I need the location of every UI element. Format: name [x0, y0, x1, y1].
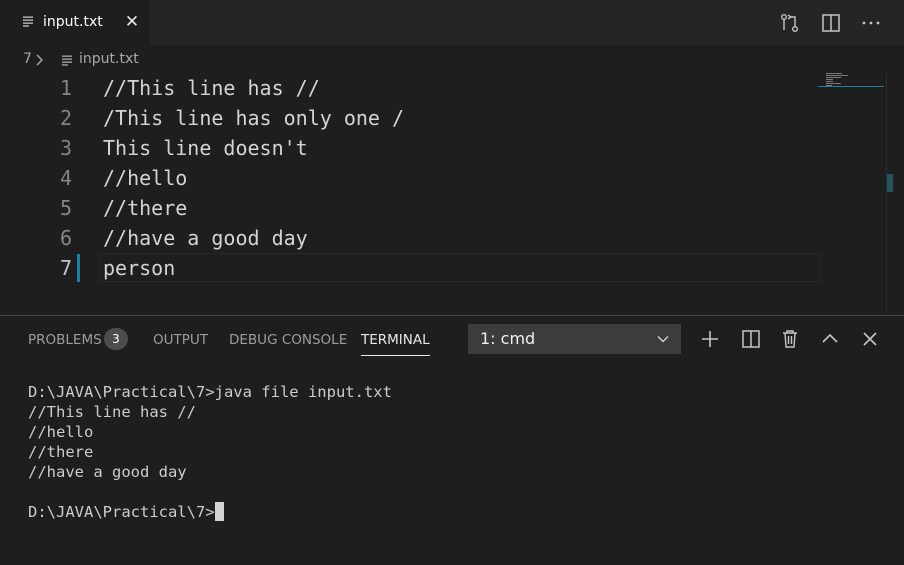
breadcrumb-file[interactable]: input.txt	[79, 51, 139, 67]
split-editor-icon[interactable]	[820, 12, 842, 34]
scrollbar-thumb[interactable]	[887, 174, 893, 192]
tab-output[interactable]: OUTPUT	[153, 331, 208, 355]
close-tab-icon[interactable]: ✕	[122, 12, 142, 32]
chevron-down-icon	[657, 335, 669, 343]
tab-label: input.txt	[43, 14, 103, 30]
editor-line[interactable]: 1 //This line has //	[0, 73, 818, 103]
editor-line[interactable]: 6 //have a good day	[0, 223, 818, 253]
terminal-line: //hello	[28, 423, 94, 441]
editor-line[interactable]: 5 //there	[0, 193, 818, 223]
code-text: person	[103, 256, 176, 280]
split-terminal-icon[interactable]	[740, 328, 762, 350]
terminal-line: //This line has //	[28, 403, 196, 421]
minimap[interactable]	[818, 72, 886, 314]
open-changes-icon[interactable]	[779, 12, 801, 34]
vertical-scrollbar[interactable]	[886, 72, 904, 314]
code-text: //there	[103, 196, 188, 220]
line-number: 5	[59, 196, 72, 220]
tab-input-txt[interactable]: input.txt ✕	[0, 0, 150, 45]
line-number: 2	[59, 106, 72, 130]
code-text: //This line has //	[103, 76, 320, 100]
line-number: 7	[59, 256, 72, 280]
terminal-select[interactable]: 1: cmd	[468, 324, 681, 354]
editor-line[interactable]: 4 //hello	[0, 163, 818, 193]
chevron-up-icon[interactable]	[819, 328, 841, 350]
minimap-cursor-line	[818, 86, 884, 87]
more-actions-icon[interactable]	[860, 12, 882, 34]
chevron-right-icon	[36, 54, 43, 66]
terminal-select-value: 1: cmd	[480, 329, 536, 348]
terminal-line: //there	[28, 443, 94, 461]
code-text: //have a good day	[103, 226, 308, 250]
terminal-cursor	[214, 502, 224, 521]
tab-debug-console[interactable]: DEBUG CONSOLE	[229, 331, 347, 355]
terminal-line: //have a good day	[28, 463, 187, 481]
bottom-panel: PROBLEMS 3 OUTPUT DEBUG CONSOLE TERMINAL…	[0, 315, 904, 565]
code-text: /This line has only one /	[103, 106, 405, 130]
close-icon[interactable]	[859, 328, 881, 350]
problems-count-badge: 3	[104, 328, 128, 350]
line-number: 1	[59, 76, 72, 100]
line-number: 6	[59, 226, 72, 250]
terminal-prompt: D:\JAVA\Practical\7>	[28, 503, 215, 521]
terminal-output[interactable]: D:\JAVA\Practical\7>java file input.txt …	[28, 382, 392, 522]
editor-tab-bar: input.txt ✕	[0, 0, 904, 45]
text-file-icon	[62, 55, 72, 66]
code-text: This line doesn't	[103, 136, 308, 160]
code-editor[interactable]: 1 //This line has // 2 /This line has on…	[0, 72, 904, 314]
code-text: //hello	[103, 166, 188, 190]
tab-problems[interactable]: PROBLEMS	[28, 331, 102, 355]
trash-icon[interactable]	[779, 328, 801, 350]
breadcrumb: 7 input.txt	[0, 46, 904, 72]
line-number: 3	[59, 136, 72, 160]
line-number: 4	[59, 166, 72, 190]
editor-line-active[interactable]: 7 person	[0, 253, 818, 283]
plus-icon[interactable]	[699, 328, 721, 350]
terminal-line: D:\JAVA\Practical\7>java file input.txt	[28, 383, 392, 401]
terminal-prompt-line: D:\JAVA\Practical\7>	[28, 502, 392, 522]
editor-line[interactable]: 2 /This line has only one /	[0, 103, 818, 133]
text-file-icon	[23, 16, 33, 27]
editor-line[interactable]: 3 This line doesn't	[0, 133, 818, 163]
breadcrumb-folder[interactable]: 7	[23, 51, 32, 67]
tab-terminal[interactable]: TERMINAL	[361, 331, 430, 356]
